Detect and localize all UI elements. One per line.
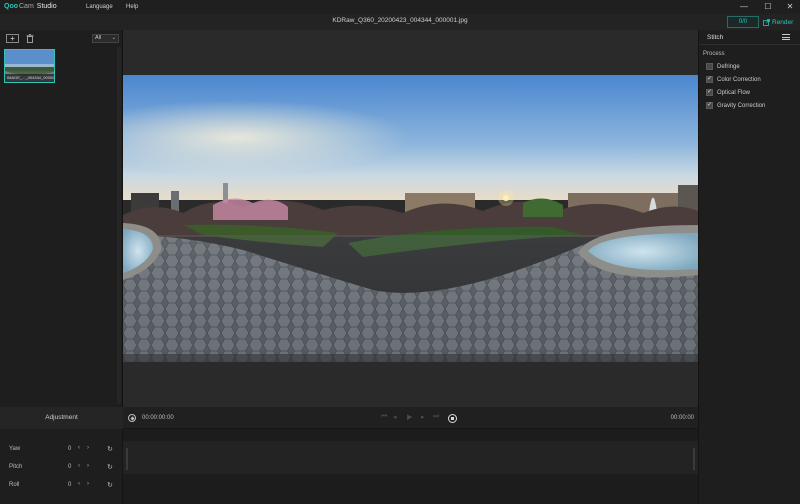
chevron-down-icon: ⌄ <box>111 35 116 41</box>
panorama-preview[interactable] <box>123 75 698 362</box>
render-button[interactable]: Render <box>763 16 799 28</box>
brand-name: Studio <box>36 3 57 10</box>
divider <box>699 44 800 45</box>
process-title: Process <box>703 51 725 57</box>
process-label: Color Correction <box>717 76 761 83</box>
chevron-right-icon[interactable]: › <box>87 463 89 469</box>
checkbox-color-correction[interactable] <box>706 75 713 83</box>
menu-help[interactable]: Help <box>126 4 138 10</box>
current-filename: KDRaw_Q360_20200423_004344_000001.jpg <box>332 17 468 24</box>
maximize-icon[interactable]: ☐ <box>763 2 773 12</box>
skip-start-icon[interactable]: ⏮ <box>381 413 387 421</box>
media-toolbar: + All ⌄ <box>0 30 123 45</box>
reset-icon[interactable]: ↻ <box>107 481 113 489</box>
adjust-row-pitch: Pitch 0 ‹ › ↻ <box>0 463 123 473</box>
preview-viewport[interactable] <box>123 30 698 407</box>
step-back-icon[interactable]: ◂ <box>393 413 397 421</box>
trash-icon[interactable] <box>26 34 34 43</box>
timecode-current: 00:00:00:00 <box>142 415 174 421</box>
step-forward-icon[interactable]: ▸ <box>421 413 425 421</box>
media-panel: + All ⌄ IMAGE_..._004344_00000 <box>0 30 123 407</box>
adjust-row-roll: Roll 0 ‹ › ↻ <box>0 481 123 491</box>
file-header: KDRaw_Q360_20200423_004344_000001.jpg 0/… <box>0 14 800 30</box>
minimize-icon[interactable]: — <box>739 2 749 12</box>
brand-cam: Cam <box>19 3 34 10</box>
filter-selected-value: All <box>95 35 102 41</box>
process-label: Optical Flow <box>717 89 751 96</box>
stop-icon[interactable] <box>448 414 457 423</box>
adjust-value[interactable]: 0 <box>68 464 71 470</box>
chevron-left-icon[interactable]: ‹ <box>78 481 80 487</box>
playback-bar: 00:00:00:00 ⏮ ◂ ▶ ▸ ⏭ 00:00:00 <box>123 407 698 429</box>
title-bar: Qoo Cam Studio Language Help — ☐ ✕ <box>0 0 800 14</box>
process-label: Defringe <box>717 63 740 70</box>
adjustment-panel: Adjustment Yaw 0 ‹ › ↻ Pitch 0 ‹ › ↻ Rol… <box>0 407 123 504</box>
skip-end-icon[interactable]: ⏭ <box>433 413 439 421</box>
timeline-panel: 00:00:00:00 ⏮ ◂ ▶ ▸ ⏭ 00:00:00 <box>123 407 698 504</box>
chevron-right-icon[interactable]: › <box>87 481 89 487</box>
reset-icon[interactable]: ↻ <box>107 463 113 471</box>
thumbnail-caption: IMAGE_..._004344_00000 <box>5 74 54 82</box>
trim-handle-right[interactable] <box>693 448 695 470</box>
timecode-total: 00:00:00 <box>670 415 694 421</box>
process-label: Gravity Correction <box>717 102 766 109</box>
chevron-left-icon[interactable]: ‹ <box>78 445 80 451</box>
media-thumbnail[interactable]: IMAGE_..._004344_00000 <box>4 49 55 83</box>
timeline-track[interactable] <box>123 441 698 474</box>
checkbox-gravity-correction[interactable] <box>706 101 713 109</box>
chevron-left-icon[interactable]: ‹ <box>78 463 80 469</box>
export-icon <box>763 18 770 26</box>
media-filter-select[interactable]: All ⌄ <box>92 34 119 43</box>
add-media-button[interactable]: + <box>6 34 19 43</box>
reset-icon[interactable]: ↻ <box>107 445 113 453</box>
adjustment-title: Adjustment <box>0 407 123 429</box>
media-scrollbar[interactable] <box>117 47 121 404</box>
adjust-label: Roll <box>9 482 20 488</box>
stitch-panel: Stitch Process Defringe Color Correction… <box>698 30 800 504</box>
brand-prefix: Qoo <box>4 3 18 10</box>
adjust-label: Pitch <box>9 464 23 470</box>
adjust-row-yaw: Yaw 0 ‹ › ↻ <box>0 445 123 455</box>
checkbox-defringe[interactable] <box>706 63 713 70</box>
adjust-value[interactable]: 0 <box>68 482 71 488</box>
stitch-title: Stitch <box>707 34 724 41</box>
render-queue-counter[interactable]: 0/0 <box>727 16 759 28</box>
adjust-label: Yaw <box>9 446 21 452</box>
process-defringe[interactable]: Defringe <box>706 62 740 71</box>
app-logo: Qoo Cam Studio <box>4 3 57 10</box>
chevron-right-icon[interactable]: › <box>87 445 89 451</box>
keyframe-icon[interactable] <box>128 414 136 422</box>
adjust-value[interactable]: 0 <box>68 446 71 452</box>
process-color-correction[interactable]: Color Correction <box>706 75 761 84</box>
process-optical-flow[interactable]: Optical Flow <box>706 88 750 97</box>
menu-icon[interactable] <box>782 34 790 40</box>
menu-language[interactable]: Language <box>86 4 113 10</box>
close-icon[interactable]: ✕ <box>785 2 795 12</box>
checkbox-optical-flow[interactable] <box>706 88 713 96</box>
play-icon[interactable]: ▶ <box>407 413 412 421</box>
process-gravity-correction[interactable]: Gravity Correction <box>706 101 765 110</box>
trim-handle-left[interactable] <box>126 448 128 470</box>
render-label: Render <box>772 18 794 26</box>
